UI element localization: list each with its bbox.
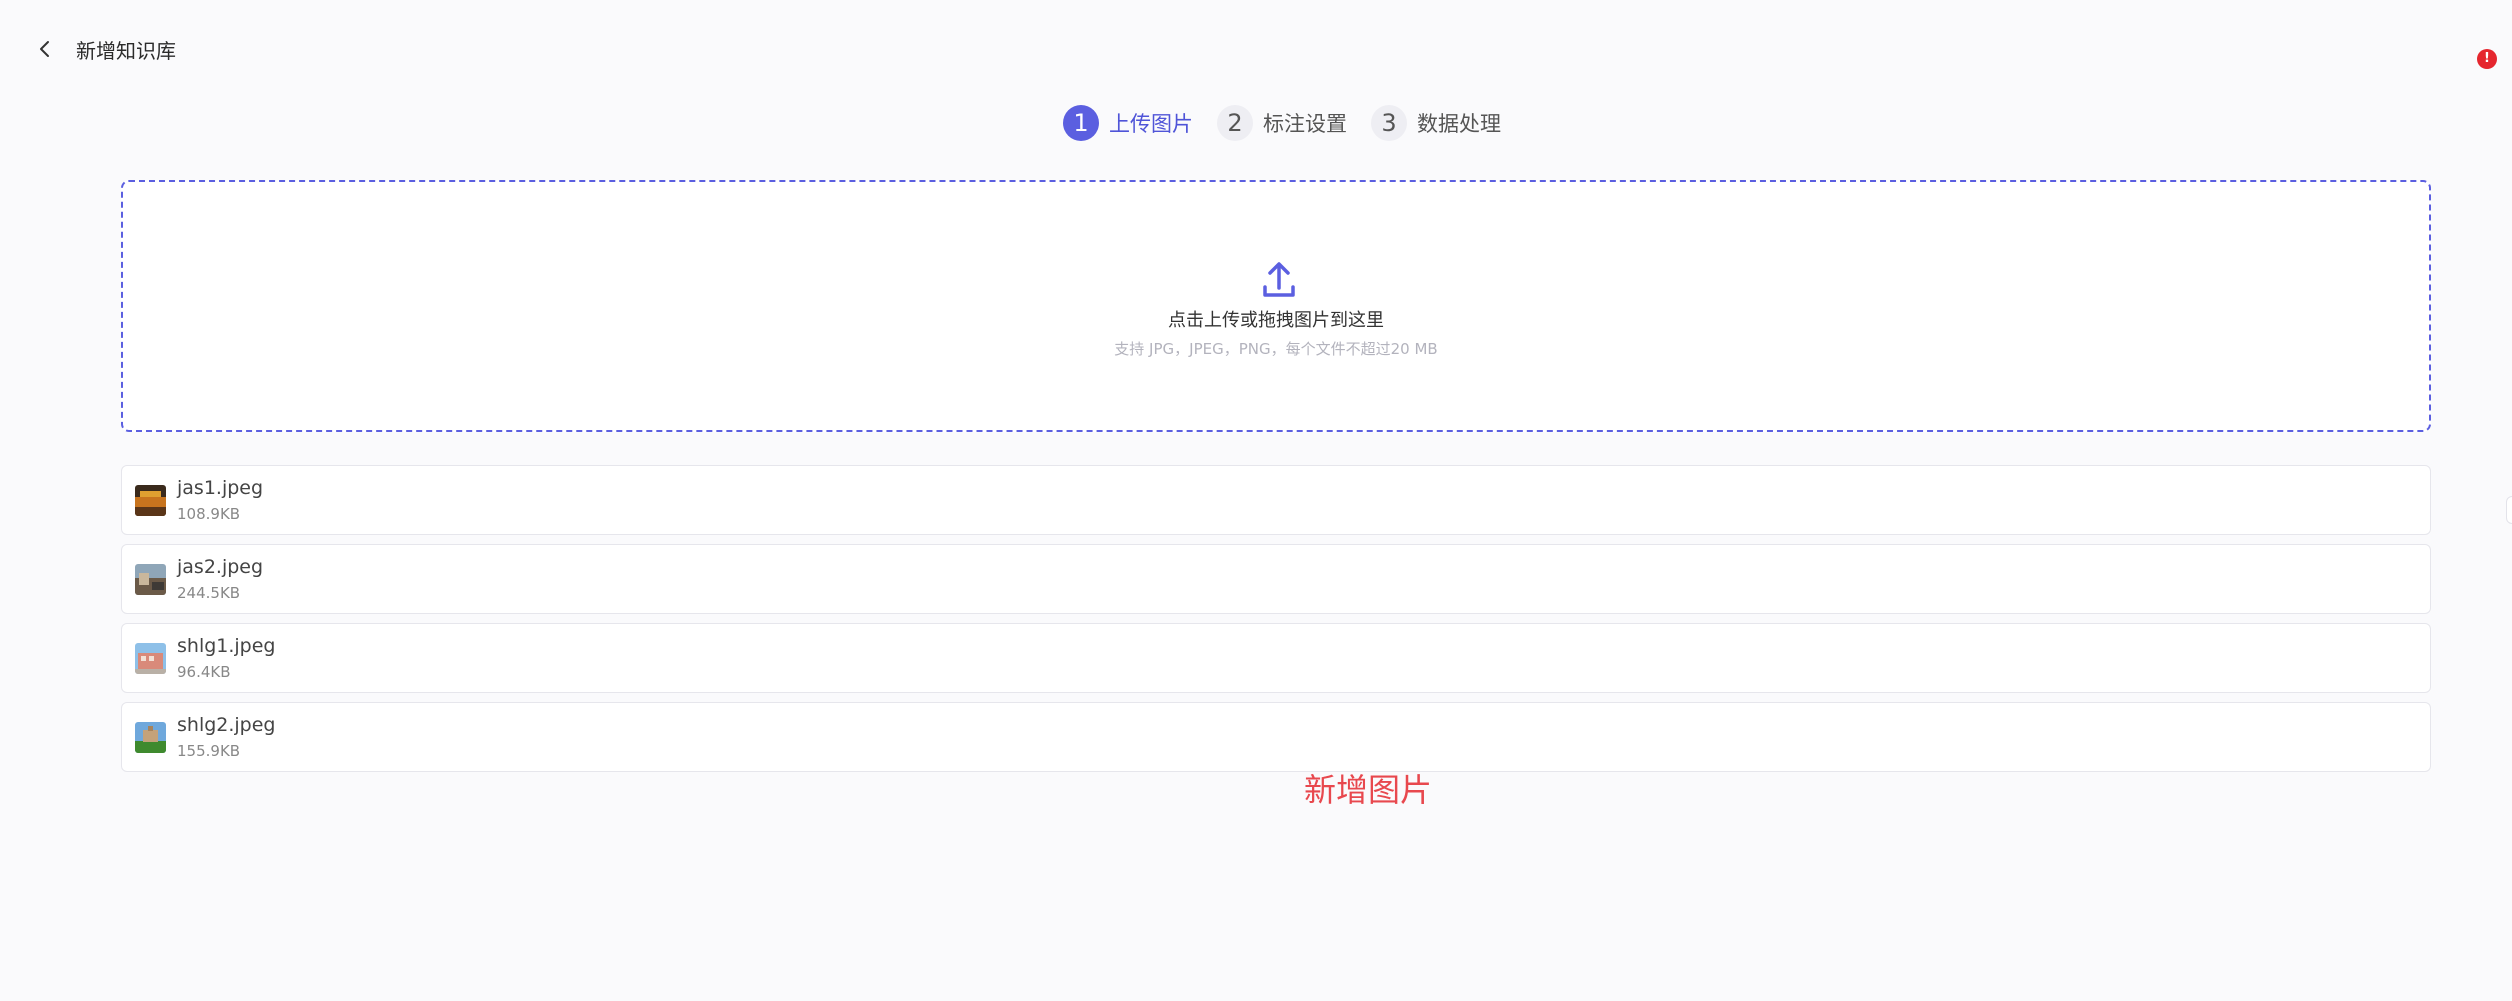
step-number: 3	[1371, 105, 1407, 141]
step-number: 2	[1217, 105, 1253, 141]
file-size: 108.9KB	[177, 505, 241, 523]
upload-icon	[1263, 262, 1295, 297]
step-label: 数据处理	[1417, 112, 1501, 136]
file-name: shlg1.jpeg	[177, 635, 276, 657]
side-drawer-handle[interactable]	[2506, 496, 2512, 524]
image-thumbnail	[135, 722, 166, 753]
stepper: 1 上传图片 2 标注设置 3 数据处理	[1063, 104, 1525, 142]
image-thumbnail	[135, 485, 166, 516]
dropzone-title: 点击上传或拖拽图片到这里	[1168, 310, 1384, 331]
step-data-processing[interactable]: 3 数据处理	[1371, 105, 1501, 141]
upload-dropzone[interactable]: 点击上传或拖拽图片到这里 支持 JPG，JPEG，PNG，每个文件不超过20 M…	[121, 180, 2431, 432]
file-name: shlg2.jpeg	[177, 714, 276, 736]
step-label: 上传图片	[1109, 112, 1193, 136]
file-size: 155.9KB	[177, 742, 241, 760]
step-number: 1	[1063, 105, 1099, 141]
file-size: 244.5KB	[177, 584, 241, 602]
alert-badge-icon[interactable]: !	[2477, 49, 2497, 69]
dropzone-hint: 支持 JPG，JPEG，PNG，每个文件不超过20 MB	[1114, 340, 1438, 358]
chevron-left-icon	[40, 41, 49, 57]
image-thumbnail	[135, 564, 166, 595]
step-label: 标注设置	[1263, 112, 1347, 136]
file-list-item[interactable]: shlg1.jpeg 96.4KB	[121, 623, 2431, 693]
step-upload-images[interactable]: 1 上传图片	[1063, 105, 1193, 141]
image-thumbnail	[135, 643, 166, 674]
annotation-note: 新增图片	[1304, 771, 1433, 809]
page: 新增知识库 ! 1 上传图片 2 标注设置 3 数据处理 点击上传或拖拽图片到这…	[0, 0, 2512, 1001]
file-name: jas1.jpeg	[177, 477, 264, 499]
back-button[interactable]	[30, 34, 60, 64]
file-list-item[interactable]: jas1.jpeg 108.9KB	[121, 465, 2431, 535]
file-name: jas2.jpeg	[177, 556, 264, 578]
page-title: 新增知识库	[76, 39, 176, 63]
file-list-item[interactable]: jas2.jpeg 244.5KB	[121, 544, 2431, 614]
step-annotation-settings[interactable]: 2 标注设置	[1217, 105, 1347, 141]
file-list-item[interactable]: shlg2.jpeg 155.9KB	[121, 702, 2431, 772]
file-size: 96.4KB	[177, 663, 231, 681]
